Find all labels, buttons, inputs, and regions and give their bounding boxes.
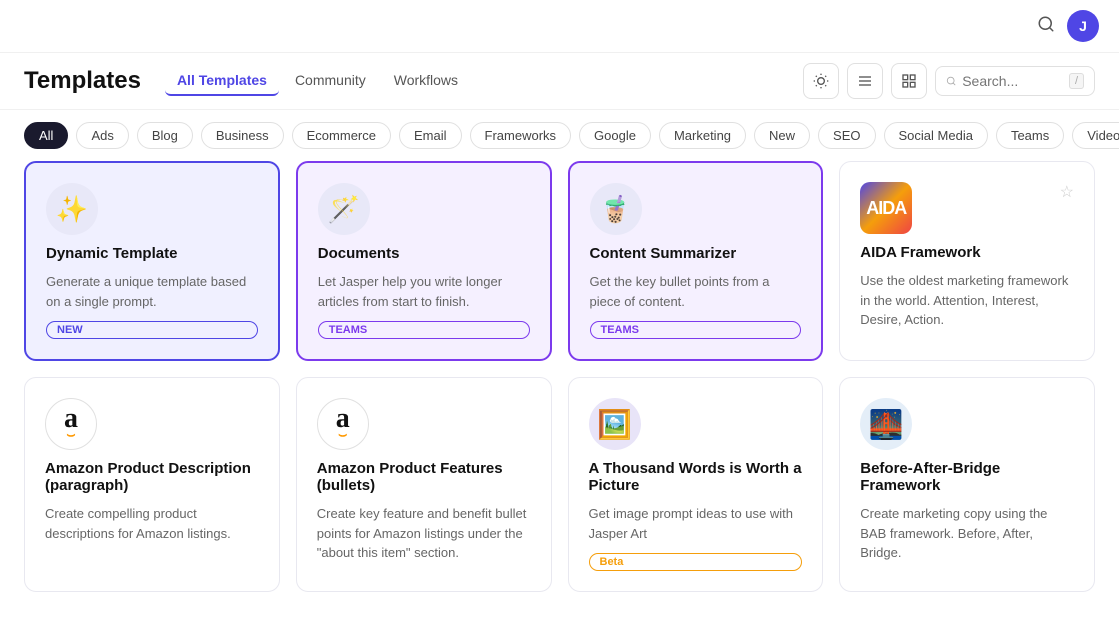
card-desc: Create key feature and benefit bullet po… [317,504,531,563]
card-dynamic-template[interactable]: ✨ Dynamic Template Generate a unique tem… [24,161,280,361]
header: Templates All Templates Community Workfl… [0,53,1119,110]
avatar[interactable]: J [1067,10,1099,42]
tab-all-templates[interactable]: All Templates [165,66,279,96]
nav-tabs: All Templates Community Workflows [165,66,779,96]
filter-google[interactable]: Google [579,122,651,149]
star-icon[interactable]: ☆ [1060,182,1074,202]
search-icon[interactable] [1037,15,1055,38]
card-desc: Generate a unique template based on a si… [46,272,258,311]
badge-new: NEW [46,321,258,339]
filter-row: All Ads Blog Business Ecommerce Email Fr… [0,110,1119,161]
card-icon-cup: 🧋 [590,183,642,235]
card-amazon-features[interactable]: a ⌣ Amazon Product Features (bullets) Cr… [296,377,552,592]
filter-frameworks[interactable]: Frameworks [470,122,572,149]
badge-teams: TEAMS [318,321,530,339]
filter-ecommerce[interactable]: Ecommerce [292,122,391,149]
card-bab-framework[interactable]: 🌉 Before-After-Bridge Framework Create m… [839,377,1095,592]
badge-teams: TEAMS [590,321,802,339]
card-header-row: AIDA ☆ [860,182,1074,234]
page-title: Templates [24,67,141,95]
card-desc: Let Jasper help you write longer article… [318,272,530,311]
card-icon-bridge: 🌉 [860,398,912,450]
card-icon-image: 🖼️ [589,398,641,450]
aida-icon: AIDA [860,182,912,234]
card-icon-eraser: 🪄 [318,183,370,235]
filter-video[interactable]: Video [1072,122,1119,149]
card-content-summarizer[interactable]: 🧋 Content Summarizer Get the key bullet … [568,161,824,361]
card-title: A Thousand Words is Worth a Picture [589,460,803,494]
card-amazon-desc[interactable]: a ⌣ Amazon Product Description (paragrap… [24,377,280,592]
card-title: AIDA Framework [860,244,1074,261]
filter-new[interactable]: New [754,122,810,149]
card-desc: Create compelling product descriptions f… [45,504,259,543]
filter-business[interactable]: Business [201,122,284,149]
card-icon-amazon2: a ⌣ [317,398,369,450]
filter-email[interactable]: Email [399,122,462,149]
sun-button[interactable] [803,63,839,99]
card-title: Before-After-Bridge Framework [860,460,1074,494]
card-documents[interactable]: 🪄 Documents Let Jasper help you write lo… [296,161,552,361]
card-icon-amazon: a ⌣ [45,398,97,450]
search-input[interactable] [962,73,1063,89]
grid-view-button[interactable] [891,63,927,99]
card-title: Documents [318,245,530,262]
card-desc: Use the oldest marketing framework in th… [860,271,1074,330]
filter-ads[interactable]: Ads [76,122,128,149]
search-box[interactable]: / [935,66,1095,96]
filter-marketing[interactable]: Marketing [659,122,746,149]
card-icon-sparkle: ✨ [46,183,98,235]
card-title: Amazon Product Features (bullets) [317,460,531,494]
card-desc: Create marketing copy using the BAB fram… [860,504,1074,563]
filter-blog[interactable]: Blog [137,122,193,149]
card-title: Content Summarizer [590,245,802,262]
filter-social-media[interactable]: Social Media [884,122,988,149]
card-desc: Get image prompt ideas to use with Jaspe… [589,504,803,543]
filter-all[interactable]: All [24,122,68,149]
card-title: Dynamic Template [46,245,258,262]
header-actions: / [803,63,1095,99]
top-bar: J [0,0,1119,53]
card-aida-framework[interactable]: AIDA ☆ AIDA Framework Use the oldest mar… [839,161,1095,361]
card-thousand-words[interactable]: 🖼️ A Thousand Words is Worth a Picture G… [568,377,824,592]
list-view-button[interactable] [847,63,883,99]
card-title: Amazon Product Description (paragraph) [45,460,259,494]
search-shortcut: / [1069,73,1084,89]
filter-seo[interactable]: SEO [818,122,875,149]
tab-community[interactable]: Community [283,66,378,96]
filter-teams[interactable]: Teams [996,122,1064,149]
cards-grid: ✨ Dynamic Template Generate a unique tem… [0,161,1119,602]
tab-workflows[interactable]: Workflows [382,66,470,96]
card-desc: Get the key bullet points from a piece o… [590,272,802,311]
badge-beta: Beta [589,553,803,571]
